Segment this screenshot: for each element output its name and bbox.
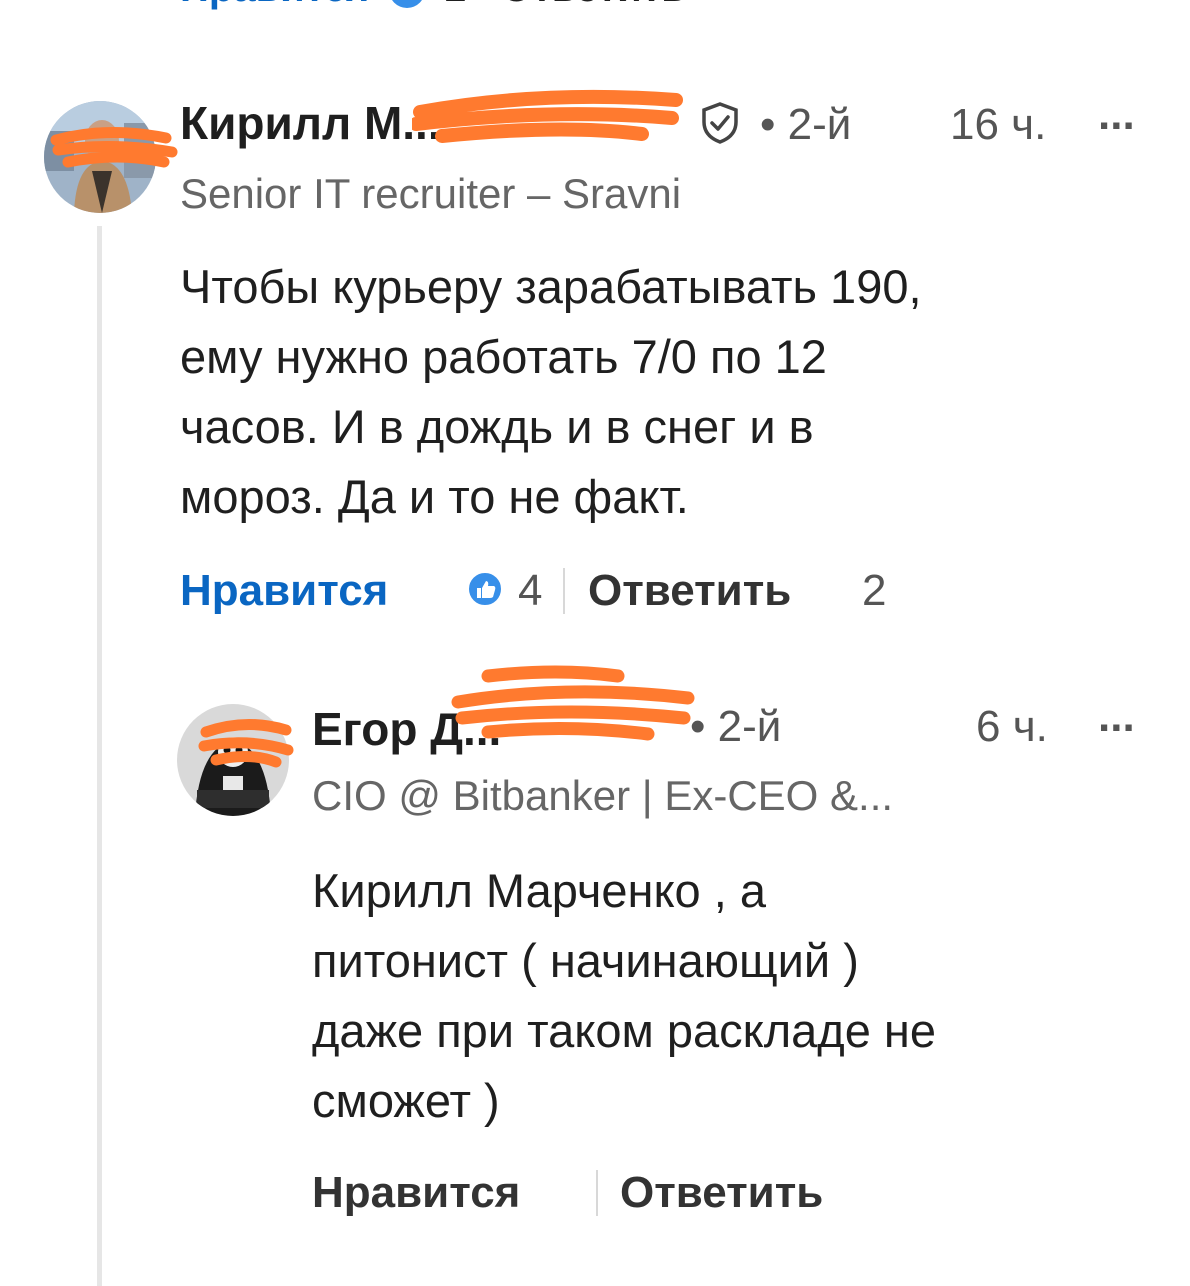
comment-line: сможет ) — [312, 1074, 500, 1127]
like-count-kirill: 4 — [518, 566, 543, 615]
previous-comment-actions: Нравится 1 Ответить — [180, 0, 686, 11]
author-name-kirill[interactable]: Кирилл М... — [180, 96, 441, 150]
avatar-egor[interactable] — [177, 704, 289, 816]
headline-kirill: Senior IT recruiter – Sravni — [180, 170, 682, 217]
connection-degree-kirill: • 2-й — [760, 100, 852, 149]
avatar-kirill[interactable] — [44, 101, 156, 213]
reply-count-kirill: 2 — [862, 566, 887, 615]
comment-line: питонист ( начинающий ) — [312, 934, 859, 987]
reply-button-egor[interactable]: Ответить — [620, 1168, 823, 1218]
name-redaction-1 — [412, 89, 683, 143]
more-options-button-kirill[interactable]: ... — [1098, 90, 1135, 140]
thread-line — [97, 226, 102, 1286]
like-button-egor[interactable]: Нравится — [312, 1168, 520, 1218]
timestamp-egor: 6 ч. — [976, 702, 1048, 751]
comment-line: ему нужно работать 7/0 по 12 — [180, 330, 827, 383]
previous-like-count: 1 — [444, 0, 466, 10]
author-name-egor[interactable]: Егор Д... — [312, 702, 501, 756]
comment-line: Чтобы курьеру зарабатывать 190, — [180, 260, 922, 313]
more-options-button-egor[interactable]: ... — [1098, 692, 1135, 742]
timestamp-kirill: 16 ч. — [950, 100, 1047, 149]
shield-check-icon — [697, 100, 743, 146]
reply-button-kirill[interactable]: Ответить — [588, 566, 791, 616]
comment-line: Кирилл Марченко , а — [312, 864, 766, 917]
previous-reply-button[interactable]: Ответить — [501, 0, 686, 10]
headline-egor: CIO @ Bitbanker | Ex-CEO &... — [312, 772, 894, 819]
connection-degree-egor: • 2-й — [690, 702, 782, 751]
comment-line: даже при таком раскладе не — [312, 1004, 936, 1057]
action-divider — [563, 568, 565, 614]
comment-line: часов. И в дождь и в снег и в — [180, 400, 814, 453]
action-divider — [596, 1170, 598, 1216]
like-button-kirill[interactable]: Нравится — [180, 566, 388, 616]
thumbs-up-reaction-icon — [466, 570, 504, 608]
comment-line: мороз. Да и то не факт. — [180, 470, 689, 523]
comment-text-egor: Кирилл Марченко , а питонист ( начинающи… — [312, 856, 1172, 1136]
previous-reaction-icon — [388, 0, 425, 9]
comment-text-kirill: Чтобы курьеру зарабатывать 190, ему нужн… — [180, 252, 1160, 532]
previous-like-button[interactable]: Нравится — [180, 0, 369, 10]
